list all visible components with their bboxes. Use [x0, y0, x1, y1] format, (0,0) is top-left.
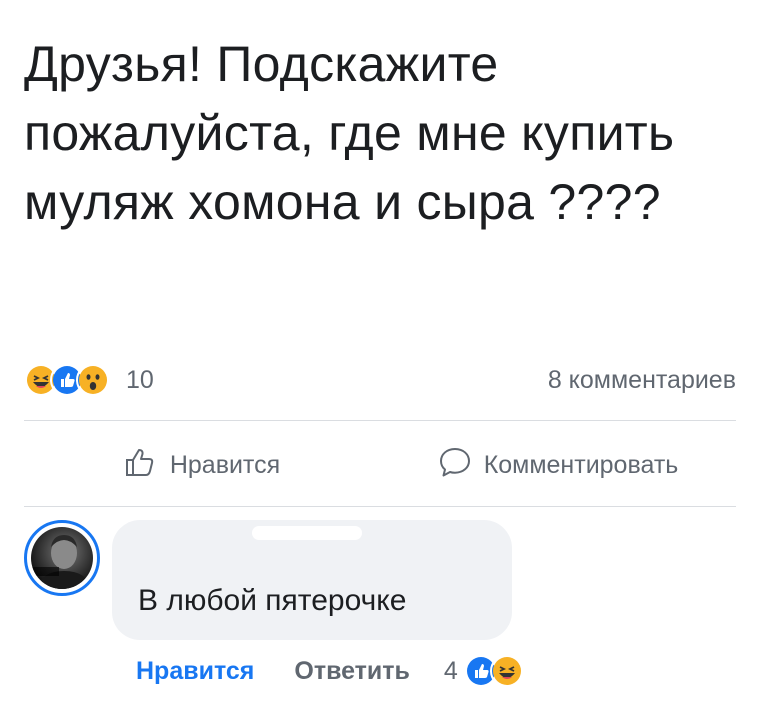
comment-reaction-count: 4 — [443, 656, 458, 685]
wow-icon — [76, 363, 110, 397]
comments-count-link[interactable]: 8 комментариев — [548, 366, 736, 395]
bubble-smudge — [252, 526, 362, 540]
comment-reaction-icons — [463, 654, 524, 688]
comment-like-button[interactable]: Нравится — [136, 657, 254, 686]
post-text: Друзья! Подскажите пожалуйста, где мне к… — [24, 36, 675, 230]
like-button[interactable]: Нравится — [24, 445, 380, 486]
avatar-photo — [31, 527, 93, 589]
post-stats: 10 8 комментариев — [24, 360, 736, 400]
haha-icon — [489, 654, 524, 688]
avatar[interactable] — [24, 520, 100, 596]
comment-reactions[interactable]: 4 — [444, 654, 526, 688]
comment-button-label: Комментировать — [483, 450, 679, 479]
reaction-icons — [24, 363, 110, 397]
comment-bubble-icon — [438, 445, 472, 486]
comment-actions: Нравится Ответить 4 — [136, 654, 526, 688]
post-actions: Нравится Комментировать — [24, 440, 736, 490]
divider — [24, 506, 736, 507]
thumbs-up-icon — [124, 445, 158, 486]
comment-button[interactable]: Комментировать — [380, 445, 736, 486]
reactions-summary[interactable]: 10 — [24, 363, 154, 397]
divider — [24, 420, 736, 421]
comment-text: В любой пятерочке — [138, 584, 407, 617]
comment-reply-button[interactable]: Ответить — [294, 657, 410, 686]
comment-bubble: В любой пятерочке — [112, 520, 512, 640]
like-button-label: Нравится — [169, 450, 281, 479]
reaction-count: 10 — [126, 365, 154, 394]
